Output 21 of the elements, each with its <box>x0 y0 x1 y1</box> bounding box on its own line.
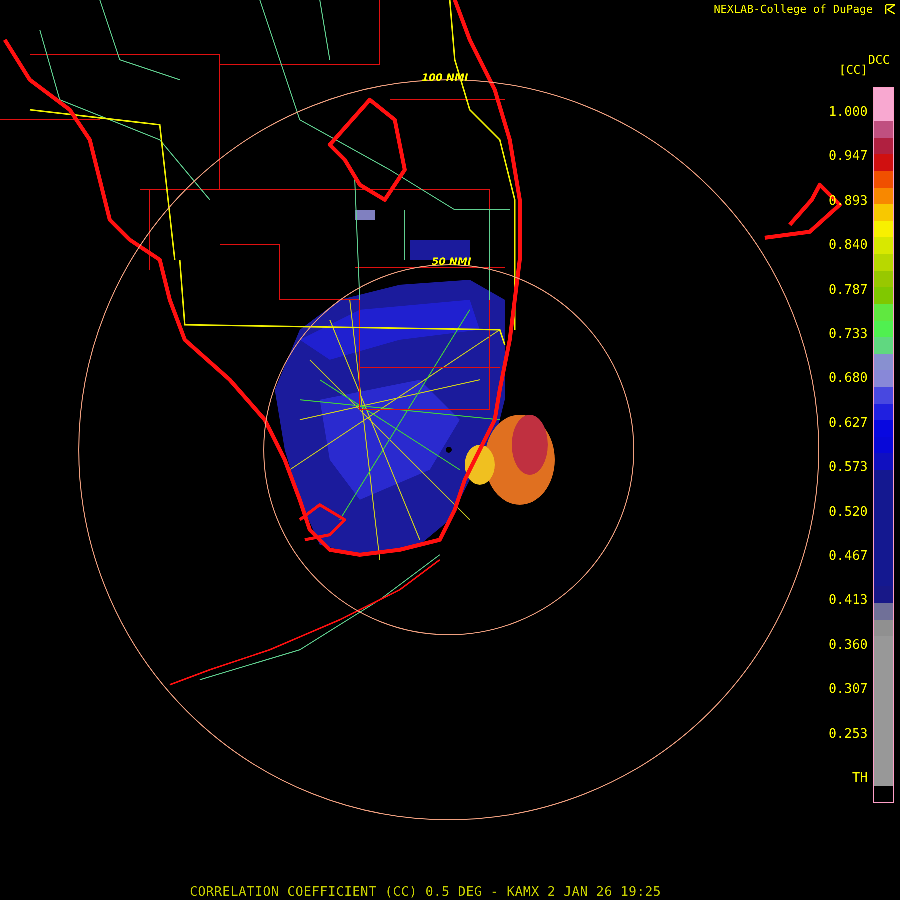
scale-label: 0.520 <box>828 504 868 520</box>
product-code: DCC <box>868 53 890 67</box>
scale-label: 0.467 <box>828 549 868 564</box>
scale-label: 0.680 <box>828 371 868 386</box>
scale-label: 1.000 <box>828 105 868 120</box>
scale-label: 0.413 <box>828 593 868 608</box>
logo-icon <box>885 4 896 15</box>
scale-label: 0.787 <box>828 282 868 298</box>
scale-label: 0.733 <box>828 327 868 342</box>
scale-label: 0.307 <box>828 682 868 698</box>
scale-label: 0.360 <box>828 638 868 653</box>
unit-label: [CC] <box>839 63 868 77</box>
scale-label: TH <box>852 771 868 786</box>
scale-label: 0.253 <box>828 726 868 742</box>
radar-site-marker <box>446 447 452 453</box>
scale-label: 0.627 <box>828 416 868 431</box>
caption: CORRELATION COEFFICIENT (CC) 0.5 DEG - KAMX 2 JAN 26 19:25 <box>190 885 662 900</box>
scale-label: 0.947 <box>828 149 868 164</box>
scale-label: 0.840 <box>828 238 868 254</box>
scale-label: 0.573 <box>828 460 868 476</box>
credit-text: NEXLAB-College of DuPage <box>714 3 873 17</box>
